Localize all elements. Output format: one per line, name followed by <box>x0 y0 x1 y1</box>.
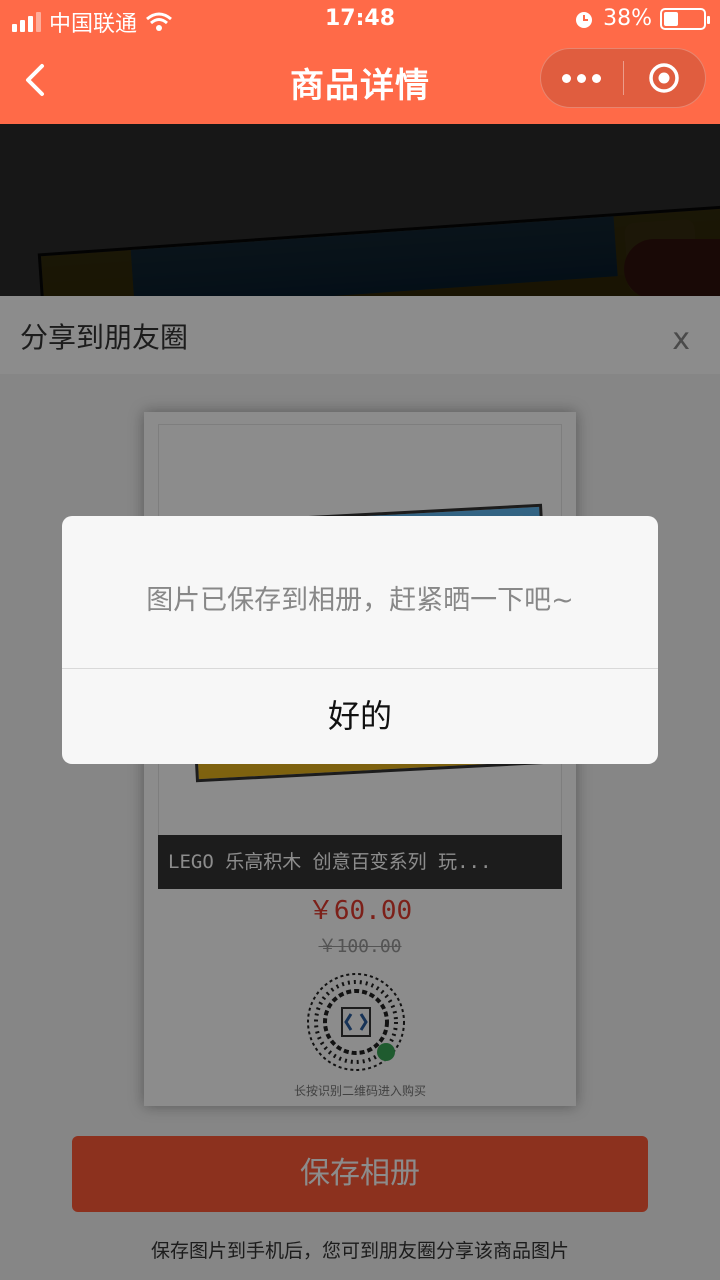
more-dots-icon[interactable] <box>541 73 623 83</box>
battery-percent: 38% <box>603 6 652 31</box>
ok-button[interactable]: 好的 <box>62 669 658 764</box>
status-bar: 中国联通 17:48 38% <box>0 0 720 40</box>
battery-fill <box>664 11 678 26</box>
mini-program-capsule <box>540 48 706 108</box>
alarm-icon <box>576 11 593 28</box>
dialog-message: 图片已保存到相册，赶紧晒一下吧~ <box>146 585 574 616</box>
status-right: 38% <box>573 6 710 31</box>
nav-bar: 商品详情 <box>0 40 720 124</box>
battery-icon <box>660 7 710 30</box>
screen: 中国联通 17:48 38% 商品详情 分享到朋友圈 x LEGO 乐高积木 创… <box>0 0 720 1280</box>
target-circle-icon[interactable] <box>624 61 706 95</box>
saved-dialog: 图片已保存到相册，赶紧晒一下吧~ 好的 <box>62 516 658 764</box>
